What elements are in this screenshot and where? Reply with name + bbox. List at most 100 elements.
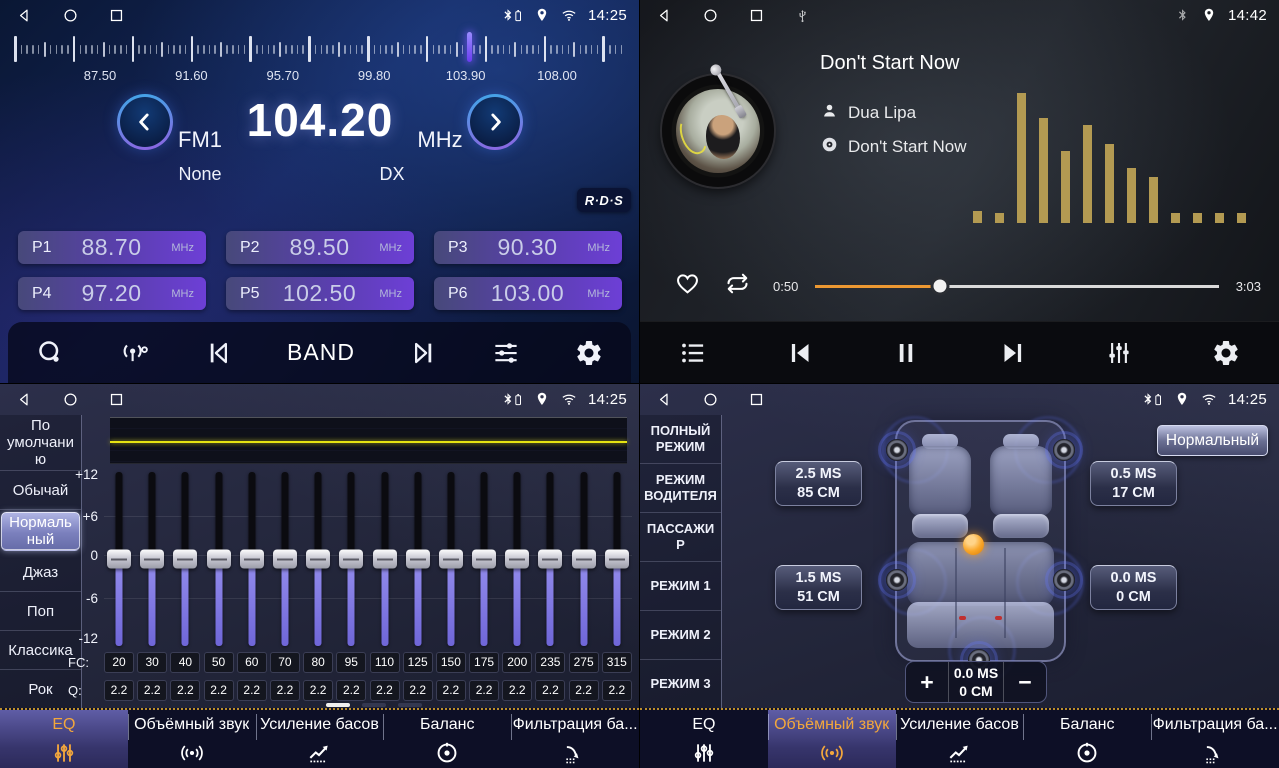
pause-icon[interactable] bbox=[891, 338, 921, 368]
delay-decrease-button[interactable]: − bbox=[1004, 662, 1046, 702]
q-value-box[interactable]: 2.2 bbox=[436, 680, 466, 701]
preset-button-p5[interactable]: P5102.50MHz bbox=[226, 277, 414, 310]
slider-thumb[interactable] bbox=[373, 550, 397, 569]
eq-band-slider-30hz[interactable] bbox=[137, 472, 167, 646]
fc-value-box[interactable]: 95 bbox=[336, 652, 366, 673]
eq-band-slider-60hz[interactable] bbox=[237, 472, 267, 646]
slider-thumb[interactable] bbox=[472, 550, 496, 569]
slider-thumb[interactable] bbox=[538, 550, 562, 569]
slider-thumb[interactable] bbox=[240, 550, 264, 569]
tab-bass-boost[interactable]: Усиление басов bbox=[896, 710, 1024, 768]
fc-value-box[interactable]: 150 bbox=[436, 652, 466, 673]
listening-mode-item-6[interactable]: РЕЖИМ 3 bbox=[640, 660, 721, 708]
seek-thumb[interactable] bbox=[931, 277, 950, 296]
nav-back-icon[interactable] bbox=[656, 391, 673, 408]
eq-band-slider-50hz[interactable] bbox=[204, 472, 234, 646]
tune-down-button[interactable] bbox=[117, 94, 173, 150]
slider-thumb[interactable] bbox=[140, 550, 164, 569]
settings-gear-icon[interactable] bbox=[574, 338, 604, 368]
fc-value-box[interactable]: 70 bbox=[270, 652, 300, 673]
listening-mode-item-3[interactable]: ПАССАЖИР bbox=[640, 513, 721, 562]
q-value-box[interactable]: 2.2 bbox=[270, 680, 300, 701]
fc-value-box[interactable]: 175 bbox=[469, 652, 499, 673]
q-value-box[interactable]: 2.2 bbox=[370, 680, 400, 701]
fc-value-box[interactable]: 315 bbox=[602, 652, 632, 673]
eq-band-slider-20hz[interactable] bbox=[104, 472, 134, 646]
nav-recents-icon[interactable] bbox=[108, 391, 125, 408]
tab-surround-sound[interactable]: Объёмный звук bbox=[768, 710, 896, 768]
preset-button-p4[interactable]: P497.20MHz bbox=[18, 277, 206, 310]
nav-back-icon[interactable] bbox=[16, 391, 33, 408]
fc-value-box[interactable]: 30 bbox=[137, 652, 167, 673]
repeat-button[interactable] bbox=[724, 270, 751, 302]
eq-band-slider-40hz[interactable] bbox=[170, 472, 200, 646]
eq-band-slider-80hz[interactable] bbox=[303, 472, 333, 646]
nav-home-icon[interactable] bbox=[62, 391, 79, 408]
eq-band-slider-175hz[interactable] bbox=[469, 472, 499, 646]
listening-mode-item-2[interactable]: РЕЖИМ ВОДИТЕЛЯ bbox=[640, 464, 721, 513]
q-value-box[interactable]: 2.2 bbox=[104, 680, 134, 701]
nav-recents-icon[interactable] bbox=[748, 7, 765, 24]
preset-button-p1[interactable]: P188.70MHz bbox=[18, 231, 206, 264]
q-value-box[interactable]: 2.2 bbox=[403, 680, 433, 701]
q-value-box[interactable]: 2.2 bbox=[170, 680, 200, 701]
slider-thumb[interactable] bbox=[572, 550, 596, 569]
fc-value-box[interactable]: 275 bbox=[569, 652, 599, 673]
q-value-box[interactable]: 2.2 bbox=[336, 680, 366, 701]
band-page-indicator[interactable] bbox=[326, 703, 422, 707]
eq-preset-item-1[interactable]: По умолчанию bbox=[0, 415, 81, 471]
eq-band-slider-70hz[interactable] bbox=[270, 472, 300, 646]
fc-value-box[interactable]: 40 bbox=[170, 652, 200, 673]
fc-value-box[interactable]: 60 bbox=[237, 652, 267, 673]
delay-button-rear-right[interactable]: 0.0 MS0 CM bbox=[1090, 565, 1177, 610]
q-value-box[interactable]: 2.2 bbox=[469, 680, 499, 701]
playlist-icon[interactable] bbox=[678, 338, 708, 368]
eq-band-slider-125hz[interactable] bbox=[403, 472, 433, 646]
favorite-button[interactable] bbox=[674, 270, 701, 302]
listening-position-marker[interactable] bbox=[963, 534, 984, 555]
preset-button-p2[interactable]: P289.50MHz bbox=[226, 231, 414, 264]
fc-value-box[interactable]: 20 bbox=[104, 652, 134, 673]
nav-home-icon[interactable] bbox=[62, 7, 79, 24]
tab-eq-sliders[interactable]: EQ bbox=[640, 710, 768, 768]
delay-button-rear-left[interactable]: 1.5 MS51 CM bbox=[775, 565, 862, 610]
band-button[interactable]: BAND bbox=[287, 339, 355, 366]
q-value-box[interactable]: 2.2 bbox=[502, 680, 532, 701]
nav-home-icon[interactable] bbox=[702, 391, 719, 408]
fc-value-box[interactable]: 125 bbox=[403, 652, 433, 673]
skip-previous-filled-icon[interactable] bbox=[785, 338, 815, 368]
listening-mode-item-5[interactable]: РЕЖИМ 2 bbox=[640, 611, 721, 660]
slider-thumb[interactable] bbox=[306, 550, 330, 569]
q-value-box[interactable]: 2.2 bbox=[569, 680, 599, 701]
tune-up-button[interactable] bbox=[467, 94, 523, 150]
fc-value-box[interactable]: 235 bbox=[535, 652, 565, 673]
slider-thumb[interactable] bbox=[439, 550, 463, 569]
nav-back-icon[interactable] bbox=[656, 7, 673, 24]
tab-bass-boost[interactable]: Усиление басов bbox=[256, 710, 384, 768]
eq-band-slider-95hz[interactable] bbox=[336, 472, 366, 646]
eq-band-slider-110hz[interactable] bbox=[370, 472, 400, 646]
fc-value-box[interactable]: 110 bbox=[370, 652, 400, 673]
settings-gear-icon[interactable] bbox=[1211, 338, 1241, 368]
preset-button-p6[interactable]: P6103.00MHz bbox=[434, 277, 622, 310]
fc-value-box[interactable]: 200 bbox=[502, 652, 532, 673]
tab-eq-sliders[interactable]: EQ bbox=[0, 710, 128, 768]
nav-home-icon[interactable] bbox=[702, 7, 719, 24]
skip-previous-icon[interactable] bbox=[204, 338, 234, 368]
q-value-box[interactable]: 2.2 bbox=[303, 680, 333, 701]
mixer-icon[interactable] bbox=[1104, 338, 1134, 368]
slider-thumb[interactable] bbox=[339, 550, 363, 569]
slider-thumb[interactable] bbox=[207, 550, 231, 569]
seek-bar[interactable] bbox=[815, 285, 1218, 288]
eq-band-slider-150hz[interactable] bbox=[436, 472, 466, 646]
nav-recents-icon[interactable] bbox=[108, 7, 125, 24]
frequency-dial[interactable]: 87.5091.6095.7099.80103.90108.00 bbox=[0, 30, 639, 82]
fc-value-box[interactable]: 80 bbox=[303, 652, 333, 673]
tab-subsonic-filter[interactable]: Фильтрация ба... bbox=[1151, 710, 1279, 768]
tab-surround-sound[interactable]: Объёмный звук bbox=[128, 710, 256, 768]
soundfield-preset-button[interactable]: Нормальный bbox=[1157, 425, 1268, 456]
eq-band-slider-315hz[interactable] bbox=[602, 472, 632, 646]
delay-button-front-left[interactable]: 2.5 MS85 CM bbox=[775, 461, 862, 506]
skip-next-filled-icon[interactable] bbox=[998, 338, 1028, 368]
slider-thumb[interactable] bbox=[605, 550, 629, 569]
